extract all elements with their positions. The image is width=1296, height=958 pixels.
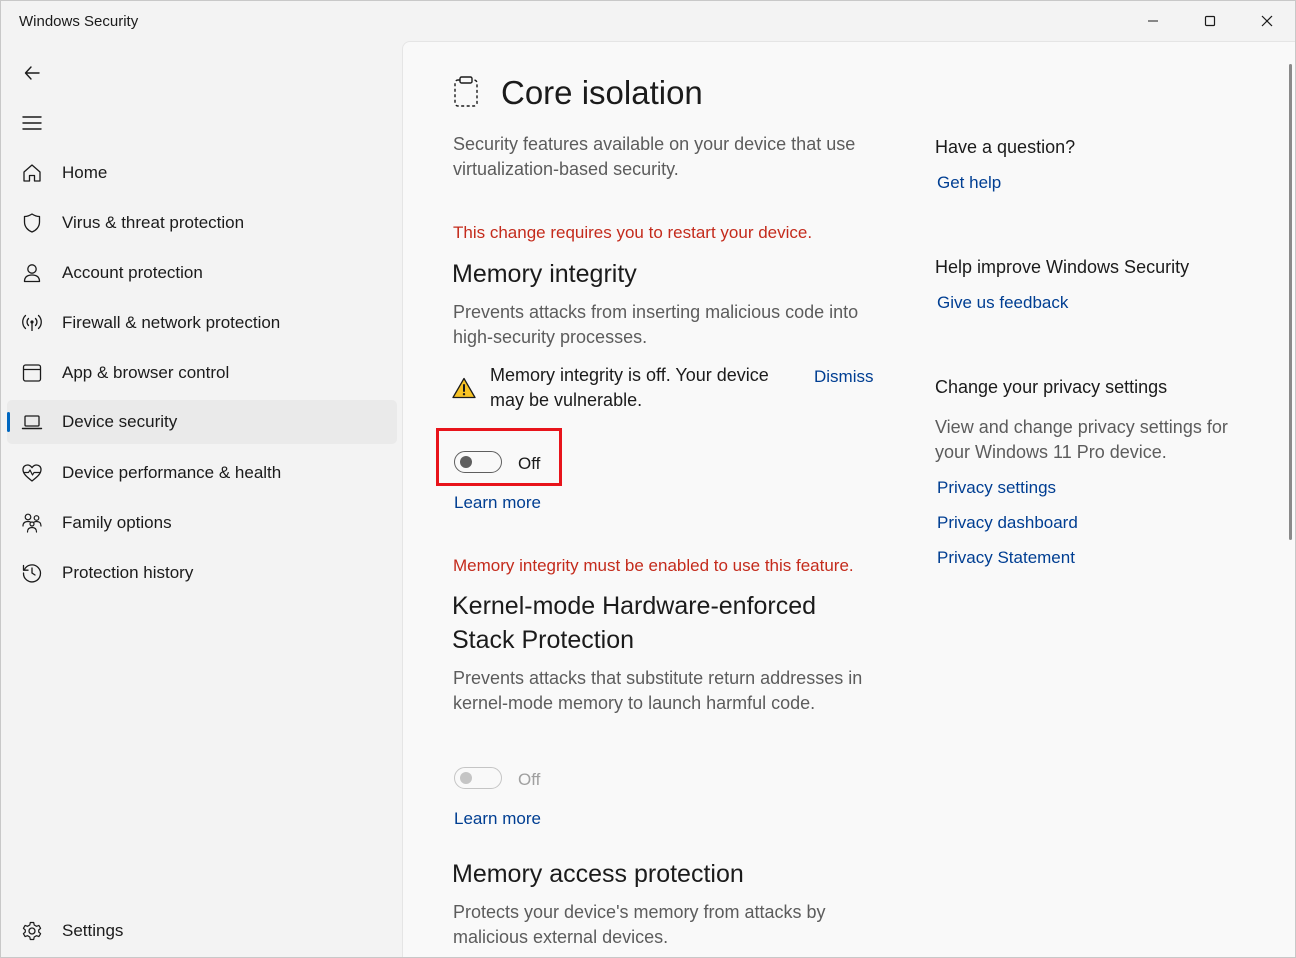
memory-integrity-toggle-label: Off <box>518 454 541 473</box>
minimize-button[interactable] <box>1130 7 1176 35</box>
heart-pulse-icon <box>21 462 43 484</box>
privacy-settings-link[interactable]: Privacy settings <box>937 478 1056 498</box>
sidebar-item-label: Family options <box>62 513 172 532</box>
restart-notice: This change requires you to restart your… <box>453 223 813 242</box>
sidebar-item-label: Virus & threat protection <box>62 213 245 232</box>
window-title: Windows Security <box>19 13 139 30</box>
app-window-icon <box>21 362 43 384</box>
title-bar: Windows Security <box>1 1 1295 41</box>
requirement-notice: Memory integrity must be enabled to use … <box>453 556 854 575</box>
sidebar-item-device-security[interactable]: Device security <box>7 400 397 444</box>
memory-integrity-warning: Memory integrity is off. Your device may… <box>490 365 769 410</box>
core-isolation-icon <box>453 76 479 113</box>
sidebar-item-settings[interactable]: Settings <box>7 909 397 953</box>
warning-icon <box>452 377 476 404</box>
sidebar-item-virus-threat-protection[interactable]: Virus & threat protection <box>7 201 397 245</box>
family-icon <box>21 512 43 534</box>
person-icon <box>21 262 43 284</box>
improve-heading: Help improve Windows Security <box>935 257 1190 277</box>
sidebar-item-family-options[interactable]: Family options <box>7 501 397 545</box>
back-button[interactable] <box>13 56 51 90</box>
toggle-knob <box>460 456 472 468</box>
page-title: Core isolation <box>501 74 703 111</box>
sidebar-item-app-browser-control[interactable]: App & browser control <box>7 351 397 395</box>
privacy-heading: Change your privacy settings <box>935 377 1168 397</box>
shield-icon <box>21 212 43 234</box>
sidebar-item-label: Protection history <box>62 563 194 582</box>
wireless-signal-icon <box>21 312 43 334</box>
memory-access-protection-description: Protects your device's memory from attac… <box>453 902 826 947</box>
gear-icon <box>21 920 43 942</box>
kernel-stack-protection-description: Prevents attacks that substitute return … <box>453 668 863 713</box>
kernel-stack-protection-learn-more-link[interactable]: Learn more <box>454 809 541 829</box>
sidebar-item-firewall-network-protection[interactable]: Firewall & network protection <box>7 301 397 345</box>
sidebar-item-home[interactable]: Home <box>7 151 397 195</box>
sidebar-item-label: Settings <box>62 921 124 940</box>
question-heading: Have a question? <box>935 137 1076 157</box>
give-feedback-link[interactable]: Give us feedback <box>937 293 1068 313</box>
memory-integrity-heading: Memory integrity <box>452 260 637 288</box>
sidebar-item-protection-history[interactable]: Protection history <box>7 551 397 595</box>
menu-button[interactable] <box>13 106 51 140</box>
maximize-icon <box>1204 15 1216 27</box>
history-clock-icon <box>21 562 43 584</box>
laptop-icon <box>21 411 43 433</box>
page-description: Security features available on your devi… <box>453 134 856 179</box>
hamburger-menu-icon <box>22 116 42 130</box>
memory-integrity-learn-more-link[interactable]: Learn more <box>454 493 541 513</box>
sidebar-item-label: Account protection <box>62 263 203 282</box>
close-icon <box>1261 15 1273 27</box>
memory-integrity-toggle[interactable] <box>454 451 502 473</box>
sidebar-item-label: Firewall & network protection <box>62 313 281 332</box>
privacy-dashboard-link[interactable]: Privacy dashboard <box>937 513 1078 533</box>
sidebar-item-account-protection[interactable]: Account protection <box>7 251 397 295</box>
privacy-statement-link[interactable]: Privacy Statement <box>937 548 1075 568</box>
vertical-scrollbar[interactable] <box>1289 64 1292 540</box>
maximize-button[interactable] <box>1187 7 1233 35</box>
memory-integrity-description: Prevents attacks from inserting maliciou… <box>453 302 859 347</box>
toggle-knob <box>460 772 472 784</box>
sidebar-item-label: Device performance & health <box>62 463 282 482</box>
close-button[interactable] <box>1244 7 1290 35</box>
selection-indicator <box>7 412 10 432</box>
sidebar-item-label: App & browser control <box>62 363 230 382</box>
sidebar-item-label: Home <box>62 163 108 182</box>
kernel-stack-protection-toggle-label: Off <box>518 770 541 789</box>
memory-access-protection-heading: Memory access protection <box>452 860 744 888</box>
navigation-sidebar: Home Virus & threat protection Account p… <box>1 41 402 957</box>
kernel-stack-protection-heading: Kernel-mode Hardware-enforced Stack Prot… <box>452 592 817 654</box>
get-help-link[interactable]: Get help <box>937 173 1001 193</box>
sidebar-item-device-performance-health[interactable]: Device performance & health <box>7 451 397 495</box>
kernel-stack-protection-toggle[interactable] <box>454 767 502 789</box>
windows-security-window: Windows Security Home Virus & threat pro… <box>0 0 1296 958</box>
main-content: Core isolation Security features availab… <box>402 41 1295 957</box>
privacy-description: View and change privacy settings for you… <box>935 417 1228 462</box>
dismiss-link[interactable]: Dismiss <box>814 367 874 387</box>
home-icon <box>21 162 43 184</box>
minimize-icon <box>1148 20 1158 22</box>
back-arrow-icon <box>24 66 40 80</box>
sidebar-item-label: Device security <box>62 412 178 431</box>
